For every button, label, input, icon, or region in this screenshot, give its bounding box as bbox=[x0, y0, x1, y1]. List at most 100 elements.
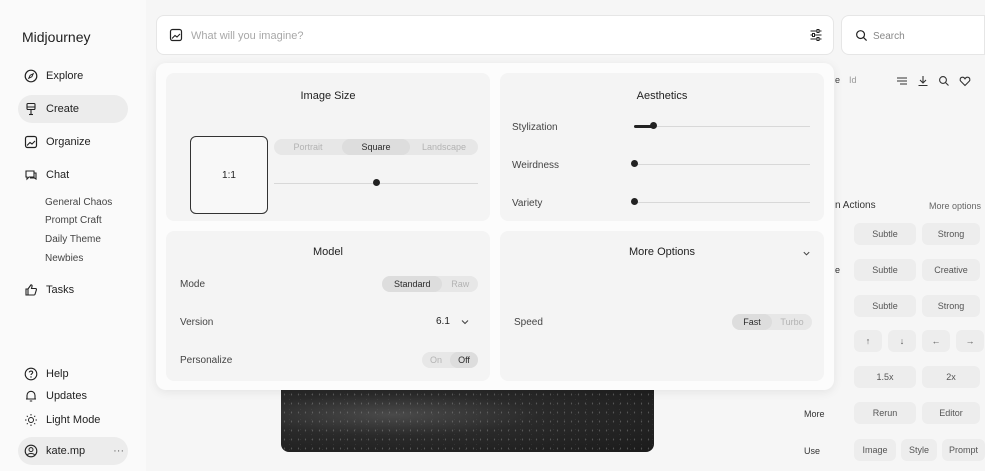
sidebar-item-label: Updates bbox=[46, 390, 87, 402]
chevron-down-icon[interactable] bbox=[802, 249, 811, 258]
strong-button[interactable]: Strong bbox=[922, 295, 980, 317]
use-style-button[interactable]: Style bbox=[901, 439, 937, 461]
partial-label: e bbox=[835, 75, 841, 85]
more-options-header: More options bbox=[929, 201, 982, 211]
sidebar-item-label: Create bbox=[46, 103, 80, 115]
more-options-title: More Options bbox=[628, 246, 696, 258]
personalize-off[interactable]: Off bbox=[450, 352, 478, 368]
sidebar-item-label: Help bbox=[46, 368, 69, 380]
strong-button[interactable]: Strong bbox=[922, 223, 980, 245]
actions-header: n Actions bbox=[835, 200, 876, 211]
zoom-1-5x-button[interactable]: 1.5x bbox=[854, 366, 916, 388]
sidebar-item-label: Explore bbox=[46, 70, 84, 82]
sliders-icon[interactable] bbox=[809, 28, 823, 42]
weirdness-slider-track[interactable] bbox=[634, 164, 810, 165]
help-icon bbox=[24, 367, 38, 381]
compass-icon bbox=[24, 69, 38, 83]
speed-label: Speed bbox=[514, 317, 543, 328]
chat-channel-daily-theme[interactable]: Daily Theme bbox=[45, 234, 101, 245]
more-icon[interactable]: ··· bbox=[113, 445, 124, 457]
use-label: Use bbox=[804, 446, 821, 456]
image-size-card: Image Size 1:1 Portrait Square Landscape bbox=[166, 73, 490, 221]
mode-raw[interactable]: Raw bbox=[442, 276, 478, 292]
creative-button[interactable]: Creative bbox=[922, 259, 980, 281]
chevron-down-icon[interactable] bbox=[460, 317, 470, 327]
aesthetics-title: Aesthetics bbox=[636, 90, 688, 102]
editor-button[interactable]: Editor bbox=[922, 402, 980, 424]
personalize-on[interactable]: On bbox=[422, 352, 450, 368]
chat-icon bbox=[24, 168, 38, 182]
search-icon bbox=[856, 30, 868, 42]
version-label: Version bbox=[180, 317, 214, 328]
speed-fast[interactable]: Fast bbox=[732, 314, 772, 330]
variety-slider-knob[interactable] bbox=[630, 198, 638, 205]
prompt-input[interactable] bbox=[191, 26, 751, 46]
personalize-label: Personalize bbox=[180, 355, 233, 366]
pan-right-button[interactable]: → bbox=[956, 330, 984, 352]
settings-dropdown: Image Size 1:1 Portrait Square Landscape… bbox=[156, 63, 834, 390]
pan-down-button[interactable]: ↓ bbox=[888, 330, 916, 352]
search-box bbox=[841, 15, 985, 55]
subtle-button[interactable]: Subtle bbox=[854, 223, 916, 245]
brush-icon bbox=[24, 102, 38, 116]
user-name: kate.mp bbox=[46, 445, 86, 457]
chat-channel-prompt-craft[interactable]: Prompt Craft bbox=[45, 215, 102, 226]
sidebar-item-organize[interactable]: Organize bbox=[18, 128, 128, 156]
sidebar-item-label: Organize bbox=[46, 136, 91, 148]
personalize-toggle: On Off bbox=[422, 352, 478, 368]
version-select[interactable]: 6.1 bbox=[436, 316, 450, 327]
weirdness-label: Weirdness bbox=[512, 160, 560, 171]
search-icon[interactable] bbox=[938, 75, 950, 87]
stylization-label: Stylization bbox=[512, 122, 558, 133]
generated-image[interactable] bbox=[281, 390, 654, 452]
use-prompt-button[interactable]: Prompt bbox=[942, 439, 985, 461]
mode-standard[interactable]: Standard bbox=[382, 276, 443, 292]
user-menu[interactable]: kate.mp ··· bbox=[18, 437, 128, 465]
variety-slider-track[interactable] bbox=[634, 202, 810, 203]
subtle-button[interactable]: Subtle bbox=[854, 295, 916, 317]
use-image-button[interactable]: Image bbox=[854, 439, 896, 461]
weirdness-slider-knob[interactable] bbox=[630, 160, 638, 167]
sidebar-item-label: Light Mode bbox=[46, 414, 101, 426]
search-input[interactable] bbox=[873, 27, 973, 45]
orientation-landscape[interactable]: Landscape bbox=[410, 139, 478, 155]
partial-id-label: Id bbox=[849, 75, 857, 85]
pan-up-button[interactable]: ↑ bbox=[854, 330, 882, 352]
subtle-button[interactable]: Subtle bbox=[854, 259, 916, 281]
mode-toggle: Standard Raw bbox=[382, 276, 478, 292]
image-icon[interactable] bbox=[169, 28, 183, 42]
variety-label: Variety bbox=[512, 198, 543, 209]
sidebar-item-explore[interactable]: Explore bbox=[18, 62, 128, 90]
image-size-title: Image Size bbox=[300, 90, 356, 102]
bell-icon bbox=[24, 389, 38, 403]
chat-channel-general-chaos[interactable]: General Chaos bbox=[45, 197, 112, 208]
pan-left-button[interactable]: ← bbox=[922, 330, 950, 352]
sidebar-item-create[interactable]: Create bbox=[18, 95, 128, 123]
mode-label: Mode bbox=[180, 279, 206, 290]
heart-icon[interactable] bbox=[959, 75, 971, 87]
menu-icon[interactable] bbox=[896, 75, 908, 87]
zoom-2x-button[interactable]: 2x bbox=[922, 366, 980, 388]
sidebar: Midjourney Explore Create Organize Chat … bbox=[0, 0, 146, 471]
speed-turbo[interactable]: Turbo bbox=[772, 314, 812, 330]
rerun-button[interactable]: Rerun bbox=[854, 402, 916, 424]
chat-channel-newbies[interactable]: Newbies bbox=[45, 253, 83, 264]
orientation-square[interactable]: Square bbox=[342, 139, 410, 155]
stylization-slider-track[interactable] bbox=[634, 126, 810, 127]
aesthetics-card: Aesthetics Stylization Weirdness Variety bbox=[500, 73, 824, 221]
orientation-toggle: Portrait Square Landscape bbox=[274, 139, 478, 155]
stylization-slider-knob[interactable] bbox=[649, 122, 657, 129]
sidebar-item-label: Tasks bbox=[46, 284, 75, 296]
aspect-ratio-label: 1:1 bbox=[222, 169, 236, 181]
orientation-portrait[interactable]: Portrait bbox=[274, 139, 342, 155]
sidebar-item-light-mode[interactable]: Light Mode bbox=[18, 406, 128, 434]
user-icon bbox=[24, 444, 38, 458]
size-slider-knob[interactable] bbox=[372, 179, 380, 186]
more-label: More bbox=[804, 409, 825, 419]
prompt-bar bbox=[156, 15, 834, 55]
model-card: Model Mode Standard Raw Version 6.1 Pers… bbox=[166, 231, 490, 381]
model-title: Model bbox=[313, 246, 343, 258]
sidebar-item-chat[interactable]: Chat bbox=[18, 161, 128, 189]
sidebar-item-tasks[interactable]: Tasks bbox=[18, 276, 128, 304]
download-icon[interactable] bbox=[917, 75, 929, 87]
